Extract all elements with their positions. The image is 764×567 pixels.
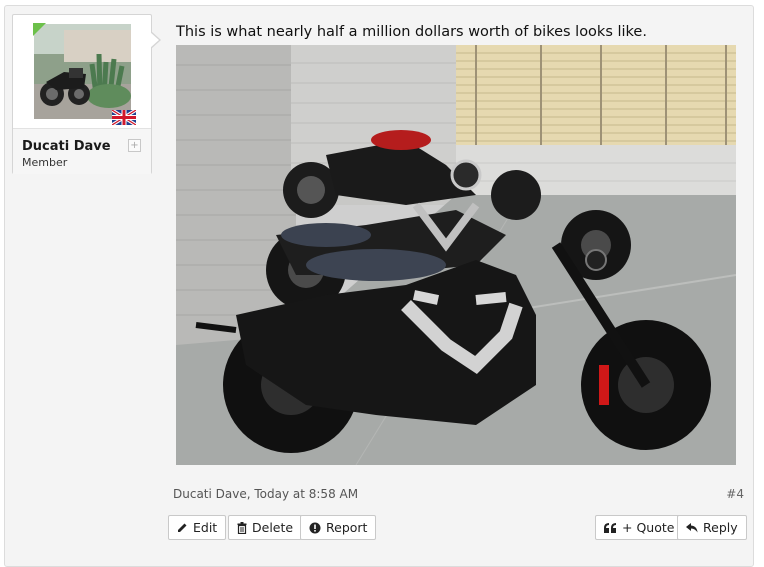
avatar[interactable]: [34, 24, 131, 119]
user-card-pointer-inner: [150, 32, 159, 48]
delete-label: Delete: [252, 520, 294, 535]
online-indicator: [33, 23, 46, 36]
user-info: Ducati Dave Member +: [13, 128, 151, 174]
attached-photo[interactable]: [176, 45, 736, 465]
quote-button[interactable]: + Quote: [595, 515, 684, 540]
reply-button[interactable]: Reply: [677, 515, 747, 540]
post-meta[interactable]: Ducati Dave, Today at 8:58 AM: [173, 487, 358, 501]
reply-arrow-icon: [686, 522, 698, 532]
pencil-icon: [178, 523, 187, 532]
report-label: Report: [326, 520, 368, 535]
edit-button[interactable]: Edit: [168, 515, 227, 540]
avatar-image: [34, 24, 131, 119]
edit-label: Edit: [193, 520, 218, 535]
expand-user-button[interactable]: +: [128, 139, 141, 152]
user-title: Member: [22, 156, 68, 169]
trash-icon: [237, 521, 247, 534]
quote-label: + Quote: [622, 520, 675, 535]
report-button[interactable]: Report: [300, 515, 377, 540]
username-link[interactable]: Ducati Dave: [22, 139, 111, 154]
quote-icon: [604, 522, 616, 533]
warning-circle-icon: [309, 522, 321, 533]
reply-label: Reply: [703, 520, 738, 535]
uk-flag-icon: [111, 108, 137, 127]
user-card: Ducati Dave Member +: [12, 14, 161, 174]
delete-button[interactable]: Delete: [228, 515, 303, 540]
message-text: This is what nearly half a million dolla…: [176, 24, 647, 40]
post-permalink[interactable]: #4: [726, 487, 744, 501]
motorcycles-image: [176, 45, 736, 465]
